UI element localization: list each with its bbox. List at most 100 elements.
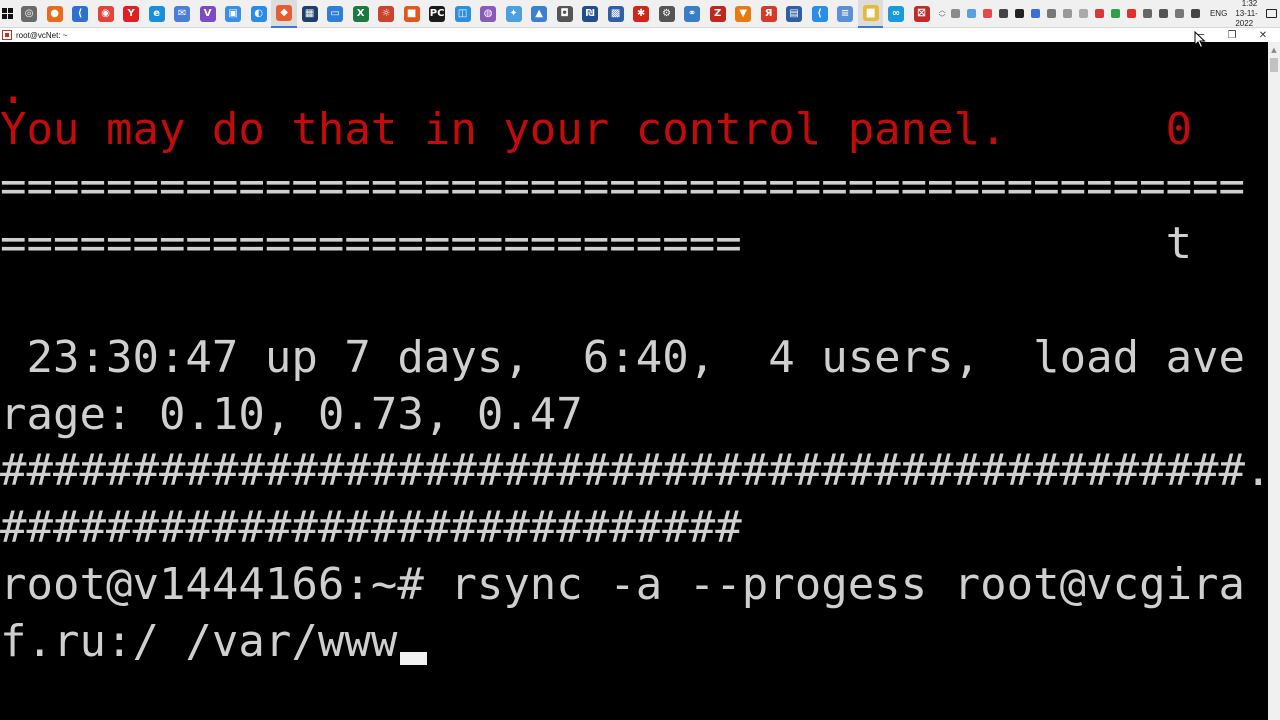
clock-date: 13-11-2022 (1235, 8, 1258, 28)
visual-studio-icon: V (199, 5, 216, 22)
mouse-pointer-icon (1194, 31, 1206, 49)
taskbar-app-visual-studio[interactable]: V (195, 0, 221, 28)
tray-9-icon[interactable] (1076, 0, 1092, 28)
taskbar-app-vlc[interactable]: ▼ (730, 0, 756, 28)
start-button[interactable] (0, 0, 16, 28)
tray-5-icon[interactable] (1012, 0, 1028, 28)
taskbar-app-yandex[interactable]: Y (118, 0, 144, 28)
notification-center-button[interactable] (1264, 0, 1280, 28)
app-16-icon: ■ (403, 5, 420, 22)
taskbar-app-app-1[interactable]: ◎ (16, 0, 42, 28)
tray-10-icon[interactable] (1092, 0, 1108, 28)
tray-12-icon[interactable] (1124, 0, 1140, 28)
tray-2-icon[interactable] (964, 0, 980, 28)
camera-icon: ◘ (556, 5, 573, 22)
app-1-icon: ◎ (21, 5, 38, 22)
system-tray (948, 0, 1204, 28)
tray-13-icon[interactable] (1140, 0, 1156, 28)
app-27-icon: ⚭ (684, 5, 701, 22)
tray-15-icon[interactable] (1172, 0, 1188, 28)
taskbar-app-app-35[interactable]: ∞ (883, 0, 909, 28)
taskbar-app-app-36[interactable]: ⛝ (909, 0, 935, 28)
tray-1-icon[interactable] (948, 0, 964, 28)
taskbar-app-app-27[interactable]: ⚭ (679, 0, 705, 28)
taskbar-app-chrome[interactable]: ◉ (93, 0, 119, 28)
tray-8-icon[interactable] (1060, 0, 1076, 28)
taskbar-app-app-15[interactable]: ☼ (373, 0, 399, 28)
terminal-cursor (400, 652, 427, 665)
tray-16-icon[interactable] (1188, 0, 1204, 28)
app-36-icon: ⛝ (913, 5, 930, 22)
language-indicator[interactable]: ENG (1210, 9, 1227, 18)
clock[interactable]: 1:32 13-11-2022 (1235, 0, 1263, 29)
taskbar-app-app-16[interactable]: ■ (399, 0, 425, 28)
taskbar-app-excel[interactable]: X (348, 0, 374, 28)
terminal-line: f.ru:/ /var/www (0, 616, 398, 667)
window-title: root@vcNet: ~ (16, 30, 68, 40)
taskbar-app-explorer[interactable]: ▆ (857, 0, 884, 28)
taskbar-app-pycharm[interactable]: PC (424, 0, 450, 28)
taskbar-app-app-2[interactable]: ● (42, 0, 68, 28)
app-18-icon: ◫ (454, 5, 471, 22)
terminal-line: root@v1444166:~# rsync -a --progess root… (0, 559, 1246, 610)
taskbar-app-app-25[interactable]: ✱ (628, 0, 654, 28)
taskbar-app-app-11[interactable]: ◆ (271, 0, 297, 28)
taskbar-app-app-3[interactable]: ⟨ (67, 0, 93, 28)
tray-3-icon[interactable] (980, 0, 996, 28)
chrome-icon: ◉ (97, 5, 114, 22)
taskbar-app-app-10[interactable]: ◐ (246, 0, 272, 28)
taskbar-app-edge[interactable]: e (144, 0, 170, 28)
tray-11-icon[interactable] (1108, 0, 1124, 28)
notepad-icon: ≡ (837, 5, 854, 22)
app-3-icon: ⟨ (72, 5, 89, 22)
terminal-line: You may do that in your control panel. 0 (0, 104, 1193, 155)
taskbar-app-notepad[interactable]: ≡ (832, 0, 858, 28)
taskbar-app-settings[interactable]: ⚙ (654, 0, 680, 28)
app-32-icon: ⟨ (811, 5, 828, 22)
taskbar-app-app-21[interactable]: ▲ (526, 0, 552, 28)
tray-14-icon[interactable] (1156, 0, 1172, 28)
app-23-icon: ₪ (582, 5, 599, 22)
terminal-line: ========================================… (0, 161, 1246, 212)
taskbar-app-app-20[interactable]: ✦ (501, 0, 527, 28)
tray-4-icon[interactable] (996, 0, 1012, 28)
taskbar-app-filezilla[interactable]: Z (705, 0, 731, 28)
taskbar-app-app-18[interactable]: ◫ (450, 0, 476, 28)
taskbar-app-app-31[interactable]: ▤ (781, 0, 807, 28)
taskbar-app-camera[interactable]: ◘ (552, 0, 578, 28)
taskbar-app-app-12[interactable]: ▦ (297, 0, 323, 28)
taskbar-app-yandex-2[interactable]: Я (756, 0, 782, 28)
taskbar-app-app-19[interactable]: ◍ (475, 0, 501, 28)
tray-7-icon[interactable] (1044, 0, 1060, 28)
app-11-icon: ◆ (276, 4, 293, 21)
window-titlebar[interactable]: root@vcNet: ~ ─ ❐ ✕ (0, 28, 1280, 42)
app-10-icon: ◐ (250, 5, 267, 22)
taskbar-app-mail[interactable]: ✉ (169, 0, 195, 28)
scroll-up-arrow-icon[interactable]: ▲ (1268, 42, 1280, 58)
tray-6-icon[interactable] (1028, 0, 1044, 28)
filezilla-icon: Z (709, 5, 726, 22)
taskbar-app-app-32[interactable]: ⟨ (807, 0, 833, 28)
terminal-output[interactable]: . You may do that in your control panel. … (0, 42, 1268, 720)
close-button[interactable]: ✕ (1248, 28, 1278, 42)
scroll-thumb[interactable] (1270, 58, 1278, 72)
app-2-icon: ● (46, 5, 63, 22)
tray-overflow-chevron-icon[interactable]: ︿ ﹀ (938, 0, 946, 28)
app-13-icon: ▭ (327, 5, 344, 22)
vertical-scrollbar[interactable]: ▲ (1268, 42, 1280, 720)
yandex-icon: Y (123, 5, 140, 22)
maximize-button[interactable]: ❐ (1217, 28, 1247, 42)
taskbar-app-app-23[interactable]: ₪ (577, 0, 603, 28)
notification-icon (1266, 9, 1278, 18)
terminal-line: ============================ t (0, 218, 1193, 269)
putty-app-icon (2, 30, 12, 40)
taskbar: ◎ ● ⟨ ◉ Ye ✉ V ▣ ◐ ◆ ▦ ▭ X ☼ ■ PC ◫ ◍ ✦ ▲ ◘ ₪ ▩ ✱ ⚙ ⚭ Z ▼ Я ▤ ⟨ ≡ ▆ ∞ ⛝ ︿ ﹀… (0, 0, 1280, 28)
terminal-line: ########################################… (0, 445, 1268, 496)
taskbar-app-app-13[interactable]: ▭ (322, 0, 348, 28)
clock-time: 1:32 (1241, 0, 1258, 8)
taskbar-app-app-24[interactable]: ▩ (603, 0, 629, 28)
taskbar-app-app-9[interactable]: ▣ (220, 0, 246, 28)
app-20-icon: ✦ (505, 5, 522, 22)
pycharm-icon: PC (429, 5, 446, 22)
yandex-2-icon: Я (760, 5, 777, 22)
